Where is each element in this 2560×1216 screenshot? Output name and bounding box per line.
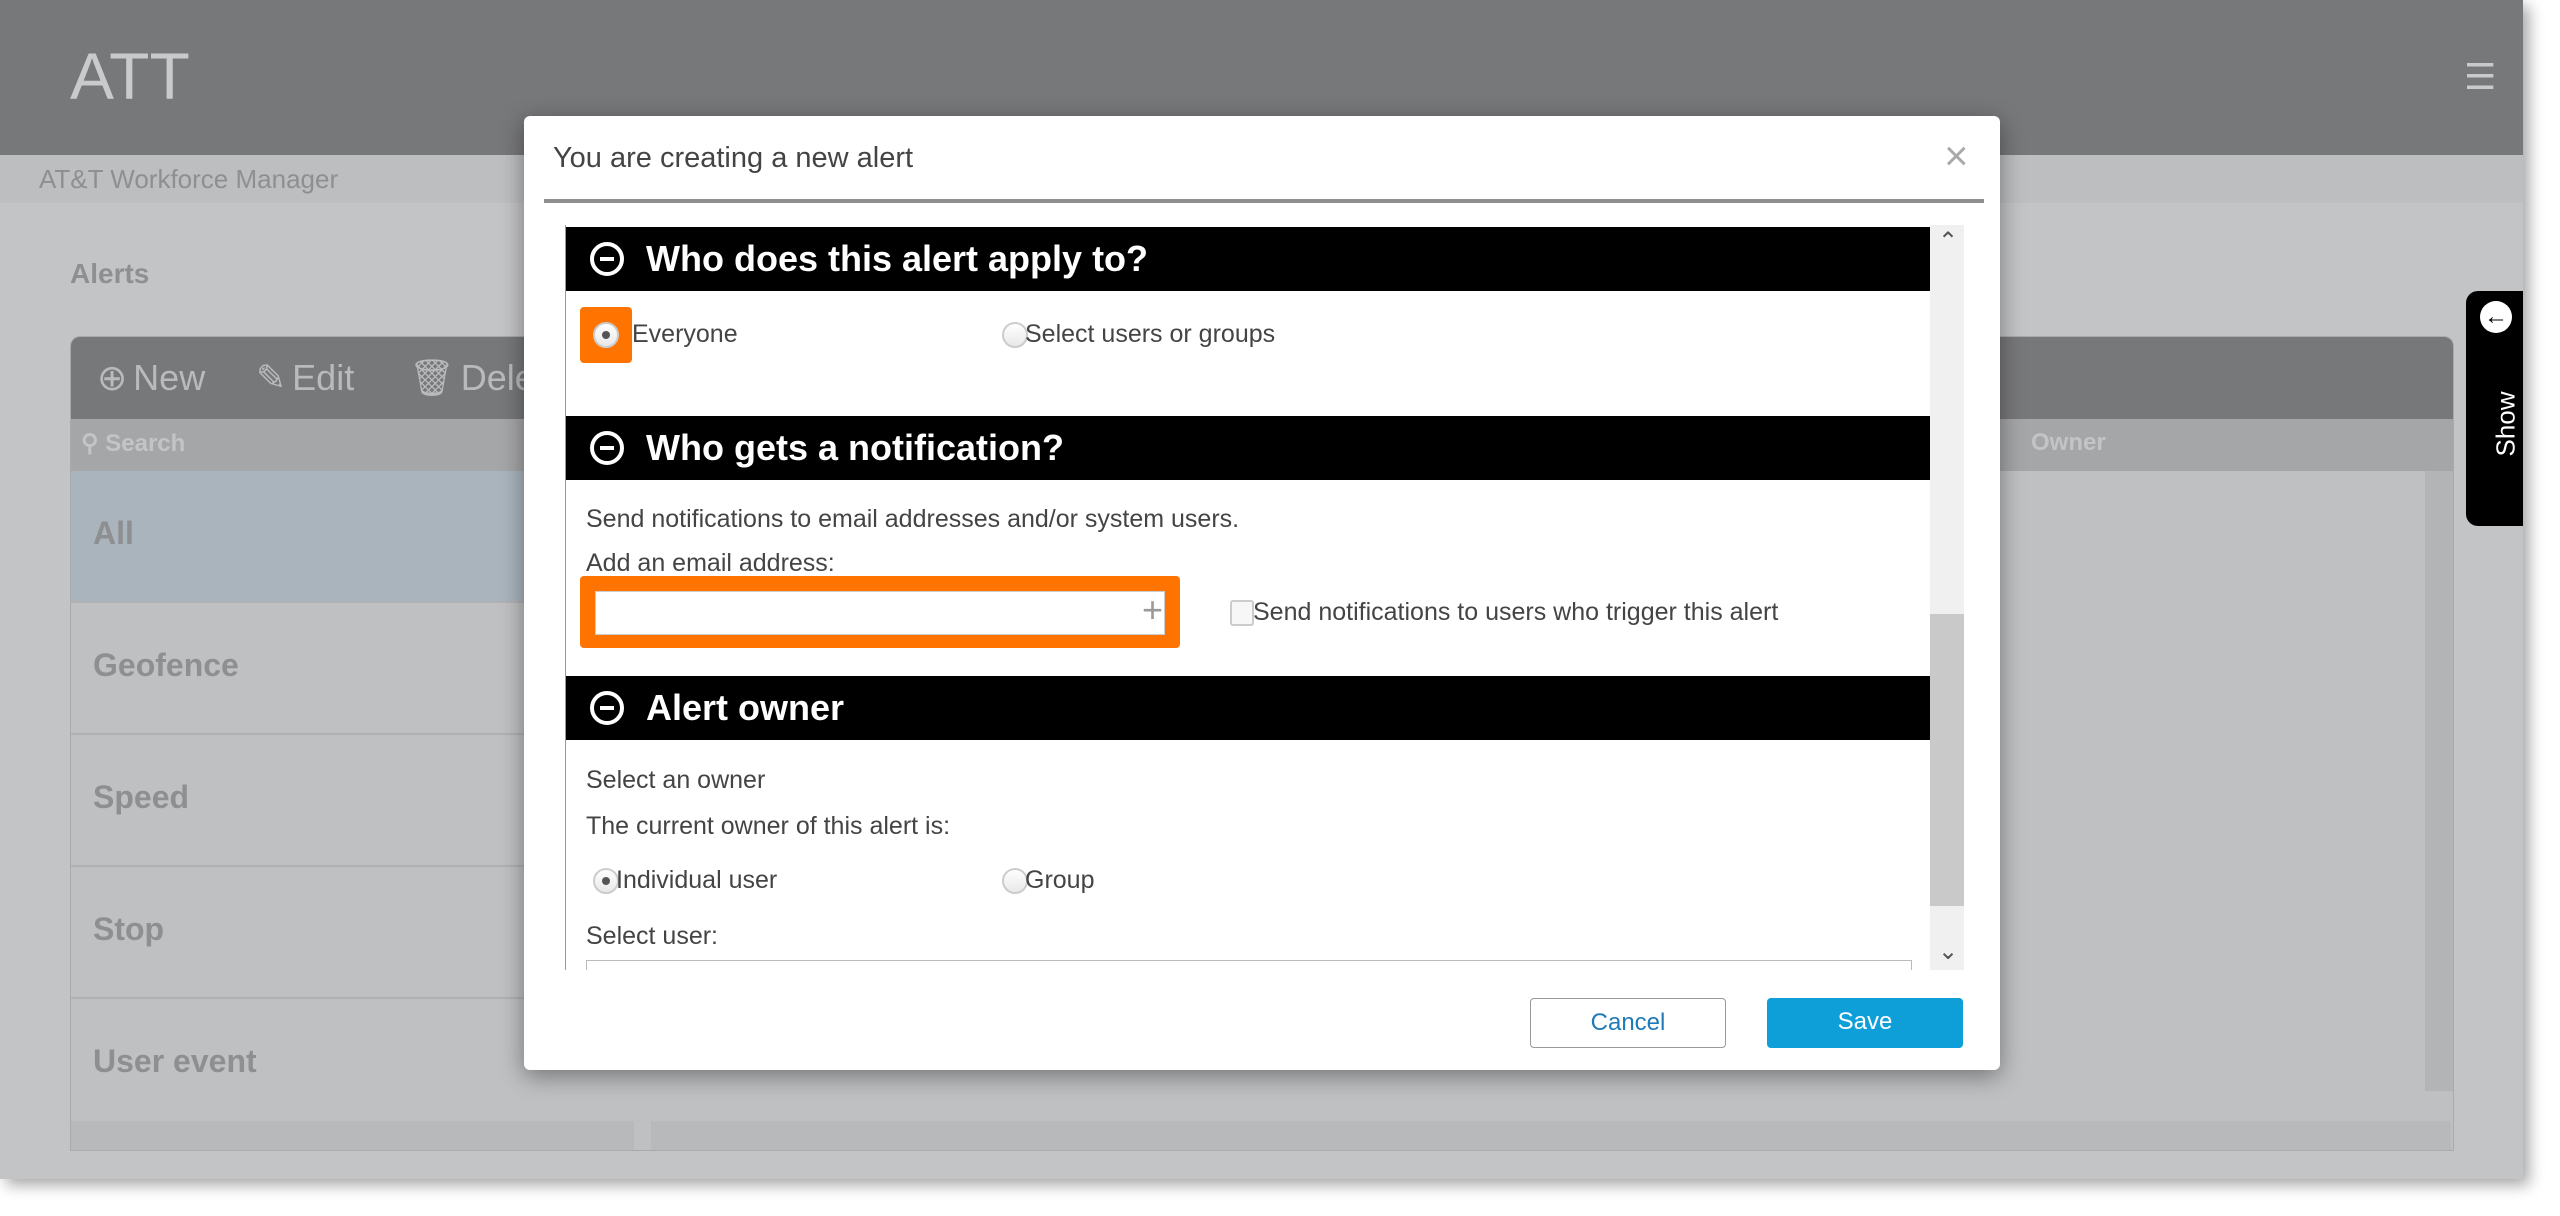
new-alert-dialog: You are creating a new alert × Who does … <box>524 116 2000 1070</box>
owner-current-label: The current owner of this alert is: <box>586 812 951 840</box>
select-user-dropdown[interactable] <box>586 960 1912 970</box>
checkbox-label: Send notifications to users who trigger … <box>1253 598 1779 626</box>
collapse-icon <box>590 431 624 465</box>
app-logo: ATT <box>70 39 190 113</box>
edit-label: Edit <box>292 357 355 398</box>
new-label: New <box>133 357 206 398</box>
section-title: Who does this alert apply to? <box>646 238 1149 279</box>
radio-everyone[interactable] <box>593 322 619 348</box>
app-subtitle: AT&T Workforce Manager <box>39 164 339 194</box>
trigger-users-checkbox[interactable] <box>1230 600 1254 626</box>
horizontal-scrollbar[interactable] <box>651 1121 2451 1150</box>
select-user-label: Select user: <box>586 922 719 950</box>
hamburger-icon[interactable]: ☰ <box>2464 56 2496 98</box>
section-header-applies-to[interactable]: Who does this alert apply to? <box>566 227 1930 291</box>
owner-column-header[interactable]: Owner <box>2031 429 2106 457</box>
email-input[interactable] <box>595 591 1165 635</box>
dialog-title: You are creating a new alert <box>553 142 914 174</box>
show-label: Show <box>2490 391 2521 457</box>
cancel-button[interactable]: Cancel <box>1530 998 1726 1048</box>
plus-icon[interactable]: + <box>1142 589 1163 631</box>
radio-label: Select users or groups <box>1025 320 1276 348</box>
notification-description: Send notifications to email addresses an… <box>586 505 1240 533</box>
section-header-notification[interactable]: Who gets a notification? <box>566 416 1930 480</box>
show-panel-tab[interactable]: ← Show <box>2466 291 2523 526</box>
radio-label: Individual user <box>616 866 778 894</box>
new-button[interactable]: ⊕ New <box>97 357 205 399</box>
radio-label: Everyone <box>632 320 738 348</box>
dialog-scrollbar[interactable]: ⌃ ⌄ <box>1930 225 1964 970</box>
divider <box>544 199 1984 203</box>
trash-icon: 🗑 <box>409 357 455 398</box>
arrow-left-circle-icon: ← <box>2480 301 2512 333</box>
dialog-content: Who does this alert apply to? Everyone S… <box>565 225 1964 970</box>
radio-label: Group <box>1025 866 1095 894</box>
section-title: Alert owner <box>646 687 845 728</box>
close-icon[interactable]: × <box>1944 132 1969 180</box>
search-placeholder: Search <box>105 430 186 457</box>
scroll-up-icon[interactable]: ⌃ <box>1938 227 1958 256</box>
save-button[interactable]: Save <box>1767 998 1963 1048</box>
search-input[interactable]: ⚲ Search <box>81 429 185 458</box>
plus-circle-icon: ⊕ <box>97 357 128 398</box>
section-header-owner[interactable]: Alert owner <box>566 676 1930 740</box>
owner-instruction: Select an owner <box>586 766 766 794</box>
collapse-icon <box>590 242 624 276</box>
scrollbar-thumb[interactable] <box>1930 614 1964 906</box>
edit-icon: ✎ <box>256 357 287 398</box>
horizontal-scrollbar[interactable] <box>71 1121 634 1150</box>
edit-button[interactable]: ✎ Edit <box>256 357 354 399</box>
scroll-down-icon[interactable]: ⌄ <box>1938 937 1958 966</box>
vertical-scrollbar[interactable] <box>2425 471 2453 1091</box>
page-title: Alerts <box>70 258 150 289</box>
delete-button[interactable]: 🗑 Dele <box>409 357 535 399</box>
collapse-icon <box>590 691 624 725</box>
section-title: Who gets a notification? <box>646 427 1064 468</box>
email-label: Add an email address: <box>586 549 835 577</box>
